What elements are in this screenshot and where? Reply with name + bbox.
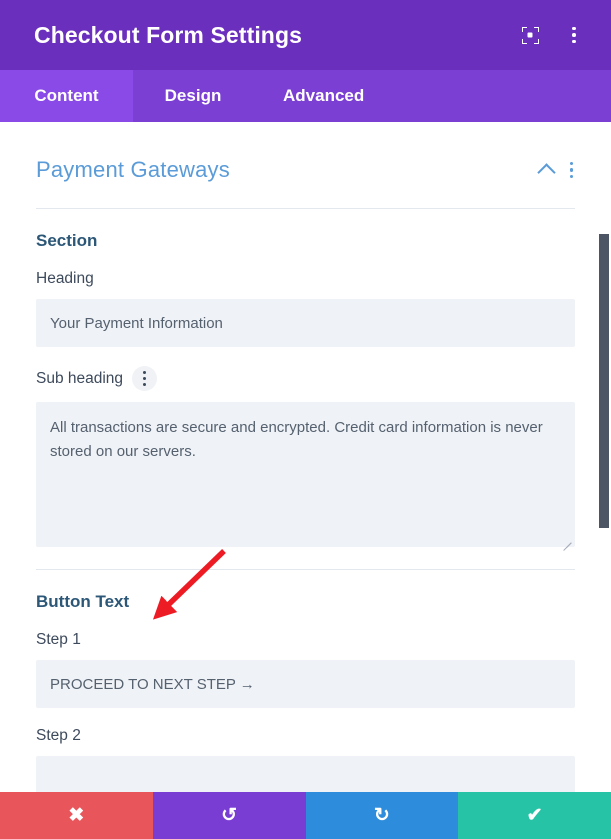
kebab-glyph xyxy=(572,26,576,44)
kebab-glyph xyxy=(142,370,147,387)
sub-heading-textarea[interactable] xyxy=(36,402,575,547)
field-label-text: Heading xyxy=(36,270,94,287)
more-options-icon[interactable] xyxy=(569,161,573,179)
undo-icon: ↺ xyxy=(221,805,238,826)
more-options-icon[interactable] xyxy=(561,22,587,48)
focus-target-glyph xyxy=(521,26,539,44)
field-step-2: Step 2 xyxy=(36,708,575,792)
settings-modal: Checkout Form Settings Content Design Ad… xyxy=(0,0,611,839)
step-2-input[interactable] xyxy=(36,756,575,792)
heading-input[interactable] xyxy=(36,299,575,347)
modal-header: Checkout Form Settings xyxy=(0,0,611,70)
tab-bar: Content Design Advanced xyxy=(0,70,611,122)
field-label-text: Sub heading xyxy=(36,369,124,387)
field-label-step-2: Step 2 xyxy=(36,727,575,756)
toggle-actions xyxy=(536,161,576,182)
tab-content[interactable]: Content xyxy=(0,70,133,122)
check-icon: ✔ xyxy=(526,805,543,826)
close-icon: ✖ xyxy=(68,805,85,826)
redo-button[interactable]: ↻ xyxy=(305,792,459,839)
tab-design[interactable]: Design xyxy=(133,70,253,122)
page-title: Checkout Form Settings xyxy=(34,21,303,48)
sub-heading-more-options-icon[interactable] xyxy=(132,366,158,391)
vertical-scrollbar-thumb[interactable] xyxy=(599,234,609,528)
redo-icon: ↻ xyxy=(373,805,390,826)
focus-target-icon[interactable] xyxy=(517,22,543,48)
vertical-scrollbar-track[interactable] xyxy=(599,110,610,792)
undo-button[interactable]: ↺ xyxy=(152,792,306,839)
field-step-1: Step 1 xyxy=(36,612,575,708)
group-title-button-text: Button Text xyxy=(36,592,130,611)
sub-heading-textarea-wrap xyxy=(36,402,575,551)
toggle-title: Payment Gateways xyxy=(36,157,230,182)
bottom-action-bar: ✖ ↺ ↻ ✔ xyxy=(0,792,611,839)
field-label-sub-heading: Sub heading xyxy=(36,366,575,402)
field-label-text: Step 2 xyxy=(36,727,81,744)
field-label-text: Step 1 xyxy=(36,631,81,648)
step-1-input[interactable] xyxy=(36,660,575,708)
field-heading: Heading xyxy=(36,251,575,347)
field-label-heading: Heading xyxy=(36,270,575,299)
settings-scroll-area[interactable]: Payment Gateways Section Heading Your Pa… xyxy=(0,122,611,792)
header-actions xyxy=(517,22,591,48)
save-button[interactable]: ✔ xyxy=(458,792,611,839)
settings-content: Payment Gateways Section Heading Your Pa… xyxy=(0,122,611,792)
chevron-up-icon[interactable] xyxy=(536,162,556,182)
cancel-button[interactable]: ✖ xyxy=(0,792,153,839)
field-sub-heading: Sub heading xyxy=(36,347,575,551)
group-title-section: Section xyxy=(36,231,98,250)
toggle-payment-gateways[interactable]: Payment Gateways xyxy=(36,122,575,196)
field-label-step-1: Step 1 xyxy=(36,631,575,660)
tab-advanced[interactable]: Advanced xyxy=(253,70,394,122)
